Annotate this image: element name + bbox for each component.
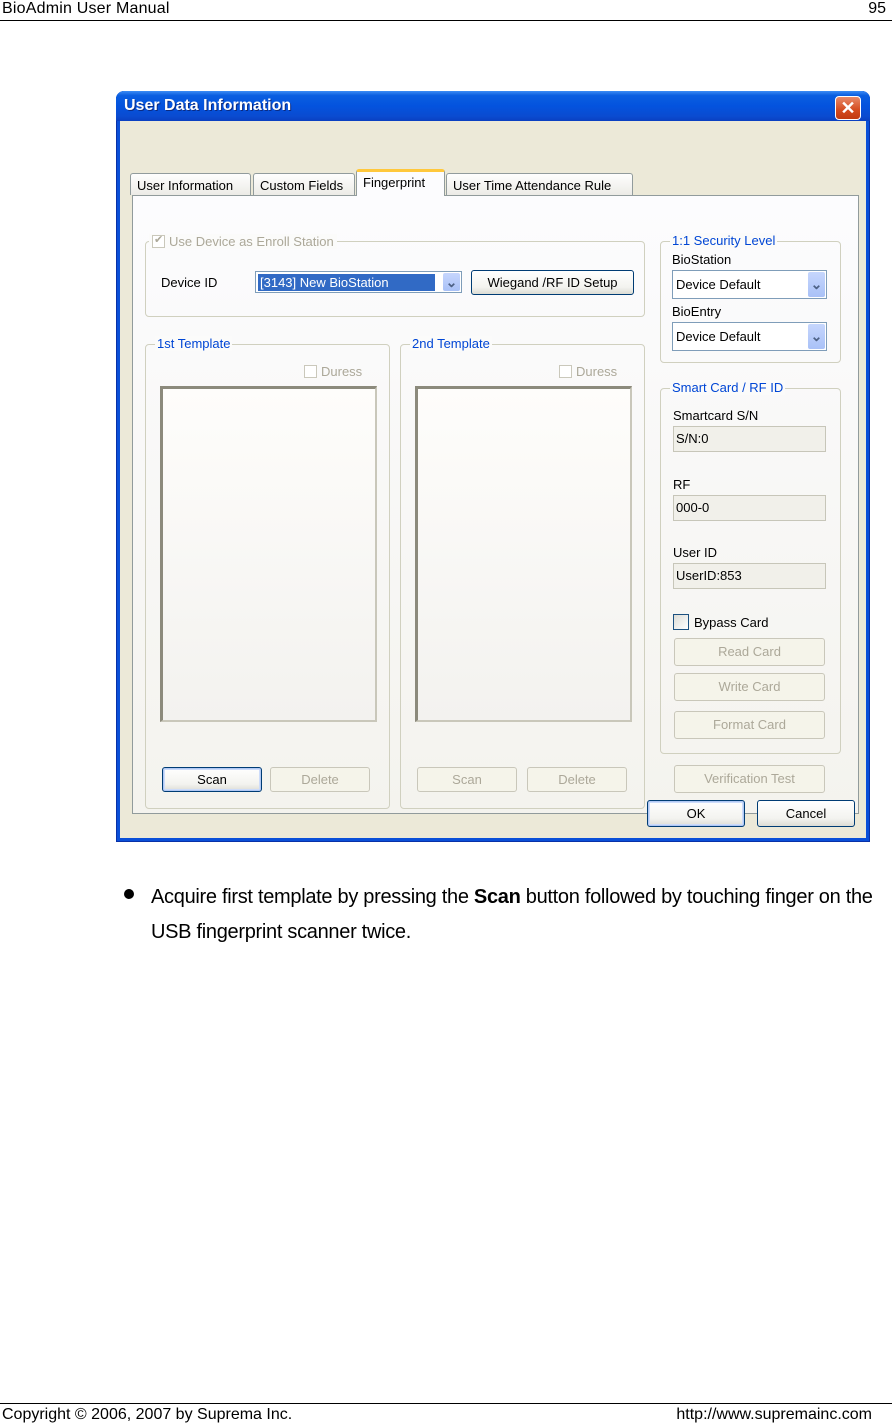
chevron-down-icon[interactable]: ⌄: [443, 273, 460, 291]
biostation-security-value: Device Default: [676, 277, 761, 292]
smartcard-sn-field[interactable]: S/N:0: [673, 426, 826, 452]
chevron-down-icon[interactable]: ⌄: [808, 324, 825, 349]
second-scan-button[interactable]: Scan: [417, 767, 517, 792]
user-id-field[interactable]: UserID:853: [673, 563, 826, 589]
bioentry-security-select[interactable]: Device Default ⌄: [672, 322, 827, 351]
biostation-security-select[interactable]: Device Default ⌄: [672, 270, 827, 299]
write-card-button[interactable]: Write Card: [674, 673, 825, 701]
close-button[interactable]: ✕: [835, 96, 861, 120]
use-device-checkbox-row[interactable]: ✔ Use Device as Enroll Station: [149, 234, 337, 249]
second-duress-label: Duress: [576, 364, 618, 379]
first-template-legend: 1st Template: [155, 336, 233, 351]
second-fingerprint-image: [415, 386, 632, 722]
second-duress-checkbox[interactable]: [559, 365, 572, 378]
fingerprint-tab-page: ✔ Use Device as Enroll Station Device ID…: [132, 195, 859, 814]
footer-url[interactable]: http://www.supremainc.com: [676, 1406, 872, 1424]
manual-title: BioAdmin User Manual: [2, 0, 170, 17]
chevron-down-icon[interactable]: ⌄: [808, 272, 825, 297]
second-duress-row[interactable]: Duress: [559, 364, 617, 379]
second-delete-button[interactable]: Delete: [527, 767, 627, 792]
header-rule: [0, 20, 892, 21]
dialog-client-area: User Information Custom Fields Fingerpri…: [120, 121, 866, 838]
page-number: 95: [868, 0, 886, 17]
tab-fingerprint[interactable]: Fingerprint: [356, 169, 445, 196]
instruction-paragraph: Acquire first template by pressing the S…: [151, 880, 891, 950]
smartcard-sn-label: Smartcard S/N: [673, 408, 759, 423]
first-duress-row[interactable]: Duress: [304, 364, 362, 379]
footer-rule: [0, 1403, 892, 1404]
tab-user-time-attendance-rule[interactable]: User Time Attendance Rule: [446, 173, 633, 195]
security-level-legend: 1:1 Security Level: [670, 233, 778, 248]
rf-field[interactable]: 000-0: [673, 495, 826, 521]
bypass-card-label: Bypass Card: [694, 614, 769, 630]
tab-custom-fields[interactable]: Custom Fields: [253, 173, 355, 195]
rf-label: RF: [673, 477, 691, 492]
first-scan-button[interactable]: Scan: [162, 767, 262, 792]
tab-user-information[interactable]: User Information: [130, 173, 251, 195]
checkmark-icon: ✔: [154, 234, 164, 246]
read-card-button[interactable]: Read Card: [674, 638, 825, 666]
cancel-button[interactable]: Cancel: [757, 800, 855, 827]
user-id-label: User ID: [673, 545, 718, 560]
verification-test-button[interactable]: Verification Test: [674, 765, 825, 793]
device-id-label: Device ID: [161, 275, 218, 290]
bullet-icon: [124, 889, 134, 899]
bioentry-label: BioEntry: [672, 304, 722, 319]
device-id-select[interactable]: [3143] New BioStation ⌄: [255, 271, 462, 293]
device-id-value: [3143] New BioStation: [258, 274, 435, 291]
first-duress-label: Duress: [321, 364, 363, 379]
wiegand-rf-id-setup-button[interactable]: Wiegand /RF ID Setup: [471, 270, 634, 295]
dialog-title: User Data Information: [124, 97, 292, 114]
ok-button[interactable]: OK: [647, 800, 745, 827]
first-fingerprint-image: [160, 386, 377, 722]
instruction-text-start: Acquire first template by pressing the: [151, 886, 474, 908]
second-template-legend: 2nd Template: [410, 336, 492, 351]
use-device-label: Use Device as Enroll Station: [169, 234, 334, 249]
biostation-label: BioStation: [672, 252, 732, 267]
user-data-information-dialog: User Data Information ✕ User Information…: [116, 91, 870, 842]
close-icon: ✕: [840, 98, 856, 118]
title-bar[interactable]: User Data Information ✕: [116, 91, 870, 121]
footer-copyright: Copyright © 2006, 2007 by Suprema Inc.: [2, 1406, 293, 1423]
first-delete-button[interactable]: Delete: [270, 767, 370, 792]
smartcard-rfid-legend: Smart Card / RF ID: [670, 380, 786, 395]
bypass-card-checkbox[interactable]: [673, 614, 689, 630]
bypass-card-row[interactable]: Bypass Card: [673, 614, 768, 630]
use-device-checkbox[interactable]: ✔: [152, 234, 165, 248]
bioentry-security-value: Device Default: [676, 329, 761, 344]
instruction-scan-emphasis: Scan: [473, 886, 521, 908]
first-duress-checkbox[interactable]: [304, 365, 317, 378]
format-card-button[interactable]: Format Card: [674, 711, 825, 739]
